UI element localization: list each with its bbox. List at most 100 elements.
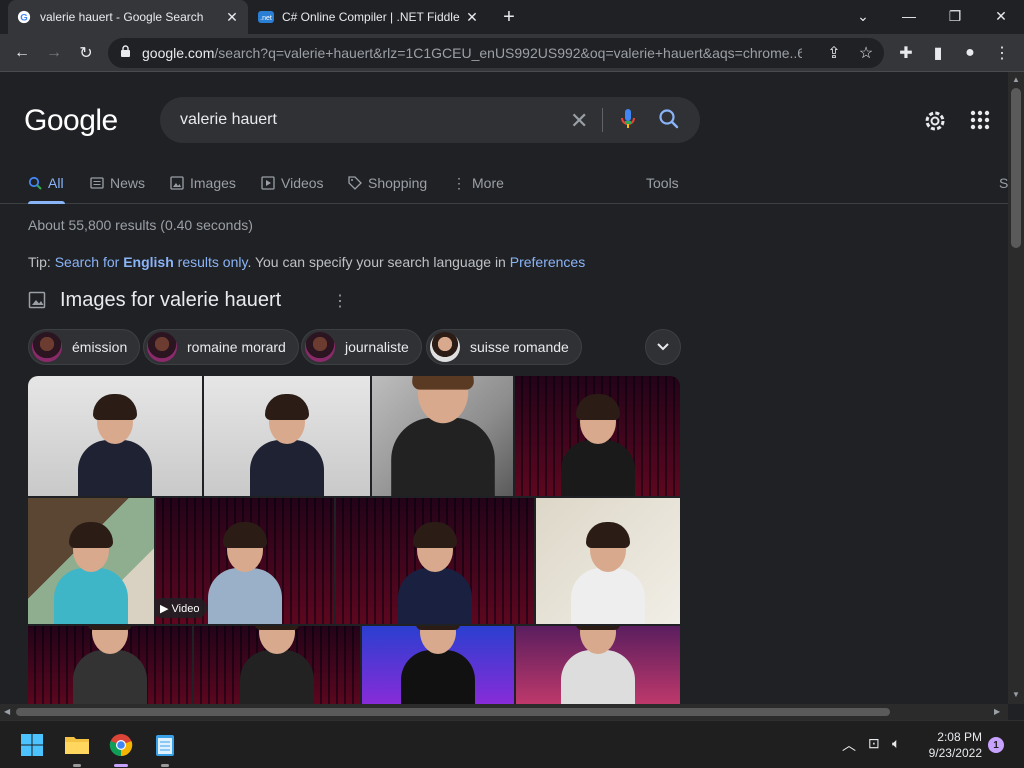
- file-explorer-icon[interactable]: [63, 731, 91, 767]
- active-tab-indicator: [28, 201, 65, 204]
- running-indicator: [114, 764, 128, 767]
- profile-icon[interactable]: ●: [958, 41, 982, 65]
- restore-button[interactable]: ❐: [932, 0, 978, 32]
- share-icon[interactable]: ⇪: [822, 41, 846, 65]
- forward-button[interactable]: →: [42, 41, 66, 65]
- extensions-icon[interactable]: ✚: [894, 41, 918, 65]
- tab-videos[interactable]: Videos: [261, 172, 324, 194]
- notification-badge[interactable]: 1: [988, 737, 1004, 753]
- chip-label: romaine morard: [187, 339, 286, 355]
- image-result[interactable]: [536, 498, 680, 624]
- image-result[interactable]: [515, 376, 680, 496]
- person-figure: [560, 394, 635, 496]
- preferences-link[interactable]: Preferences: [510, 254, 585, 270]
- close-tab-icon[interactable]: ✕: [224, 9, 240, 25]
- google-apps-grid-icon[interactable]: [970, 110, 990, 135]
- image-icon: [28, 291, 46, 309]
- volume-icon[interactable]: 🔈︎: [892, 735, 900, 752]
- tab-label: Shopping: [368, 175, 428, 191]
- chip-suisse-romande[interactable]: suisse romande: [426, 329, 582, 365]
- image-result[interactable]: [336, 498, 534, 624]
- tab-label: News: [110, 175, 146, 191]
- new-tab-button[interactable]: +: [498, 6, 520, 28]
- tab-google-search[interactable]: G valerie hauert - Google Search ✕: [8, 0, 248, 34]
- tag-icon: [348, 176, 362, 190]
- english-only-link[interactable]: Search for English results only: [55, 254, 248, 270]
- notepad-icon[interactable]: [151, 731, 179, 767]
- tab-images[interactable]: Images: [170, 172, 236, 194]
- scroll-left-icon[interactable]: ◀: [4, 707, 10, 716]
- menu-kebab-icon[interactable]: ⋮: [990, 41, 1014, 65]
- side-panel-icon[interactable]: ▮: [926, 41, 950, 65]
- image-result[interactable]: [204, 376, 370, 496]
- result-stats: About 55,800 results (0.40 seconds): [28, 217, 253, 233]
- scrollbar-thumb[interactable]: [16, 708, 890, 716]
- image-result[interactable]: [516, 626, 680, 704]
- clock-time: 2:08 PM: [937, 730, 982, 744]
- address-bar[interactable]: google.com/search?q=valerie+hauert&rlz=1…: [108, 38, 884, 68]
- tab-dotnet-fiddle[interactable]: .net C# Online Compiler | .NET Fiddle ✕: [250, 0, 488, 34]
- search-input[interactable]: valerie hauert: [180, 111, 277, 129]
- chip-thumbnail: [430, 332, 460, 362]
- video-result[interactable]: ▶ Video: [156, 498, 334, 624]
- chrome-icon[interactable]: [107, 731, 135, 767]
- chip-label: suisse romande: [470, 339, 569, 355]
- tab-shopping[interactable]: Shopping: [348, 172, 427, 194]
- network-icon[interactable]: ⊡: [868, 735, 880, 752]
- scroll-down-icon[interactable]: ▼: [1012, 690, 1020, 699]
- person-figure: [78, 394, 152, 496]
- url-text: google.com/search?q=valerie+hauert&rlz=1…: [142, 45, 802, 61]
- chip-romaine-morard[interactable]: romaine morard: [143, 329, 299, 365]
- images-more-options-icon[interactable]: ⋮: [332, 291, 348, 311]
- running-indicator: [161, 764, 169, 767]
- windows-start-icon[interactable]: [18, 731, 46, 759]
- google-logo[interactable]: Google: [24, 104, 118, 138]
- image-result[interactable]: [372, 376, 513, 496]
- settings-gear-icon[interactable]: [922, 108, 948, 139]
- tab-search-icon[interactable]: ⌄: [840, 0, 886, 32]
- tab-all[interactable]: All: [28, 172, 64, 194]
- search-icon[interactable]: [658, 108, 680, 135]
- tools-button[interactable]: Tools: [646, 172, 679, 194]
- chevron-up-icon[interactable]: ︿: [842, 735, 856, 755]
- scrollbar-thumb[interactable]: [1011, 88, 1021, 248]
- chevron-down-icon[interactable]: [645, 329, 681, 365]
- person-figure: [561, 626, 635, 704]
- image-result[interactable]: [28, 376, 202, 496]
- browser-toolbar: ← → ↻ google.com/search?q=valerie+hauert…: [0, 34, 1024, 72]
- reload-button[interactable]: ↻: [74, 41, 98, 65]
- back-button[interactable]: ←: [10, 41, 34, 65]
- running-indicator: [73, 764, 81, 767]
- images-section-header[interactable]: Images for valerie hauert: [28, 286, 281, 314]
- tip-middle: . You can specify your search language i…: [247, 254, 510, 270]
- scroll-right-icon[interactable]: ▶: [994, 707, 1000, 716]
- url-host: google.com: [142, 45, 215, 61]
- tab-more[interactable]: ⋮ More: [452, 172, 504, 194]
- windows-taskbar: ︿ ⊡ 🔈︎ 2:08 PM 9/23/2022 1: [0, 720, 1024, 768]
- vertical-scrollbar[interactable]: ▲ ▼: [1008, 72, 1024, 704]
- search-box[interactable]: valerie hauert ✕: [160, 97, 700, 143]
- image-result[interactable]: [194, 626, 360, 704]
- scroll-up-icon[interactable]: ▲: [1012, 75, 1020, 84]
- image-result[interactable]: [28, 498, 154, 624]
- minimize-button[interactable]: —: [886, 0, 932, 32]
- clear-icon[interactable]: ✕: [570, 108, 588, 134]
- link-part: Search for: [54, 254, 124, 270]
- tab-news[interactable]: News: [90, 172, 145, 194]
- image-result[interactable]: [28, 626, 192, 704]
- person-figure: [390, 376, 495, 496]
- system-clock[interactable]: 2:08 PM 9/23/2022: [920, 729, 982, 761]
- bookmark-star-icon[interactable]: ☆: [854, 41, 878, 65]
- chip-label: journaliste: [345, 339, 409, 355]
- chip-journaliste[interactable]: journaliste: [301, 329, 422, 365]
- safesearch-button[interactable]: S: [999, 172, 1008, 194]
- horizontal-scrollbar[interactable]: ◀ ▶: [0, 704, 1008, 720]
- chip-label: émission: [72, 339, 128, 355]
- microphone-icon[interactable]: [620, 107, 636, 136]
- close-tab-icon[interactable]: ✕: [464, 9, 480, 25]
- chip-emission[interactable]: émission: [28, 329, 141, 365]
- search-results-page: Google valerie hauert ✕ All News Images: [0, 72, 1008, 704]
- image-result[interactable]: [362, 626, 514, 704]
- close-window-button[interactable]: ✕: [978, 0, 1024, 32]
- tab-title: C# Online Compiler | .NET Fiddle: [282, 10, 460, 24]
